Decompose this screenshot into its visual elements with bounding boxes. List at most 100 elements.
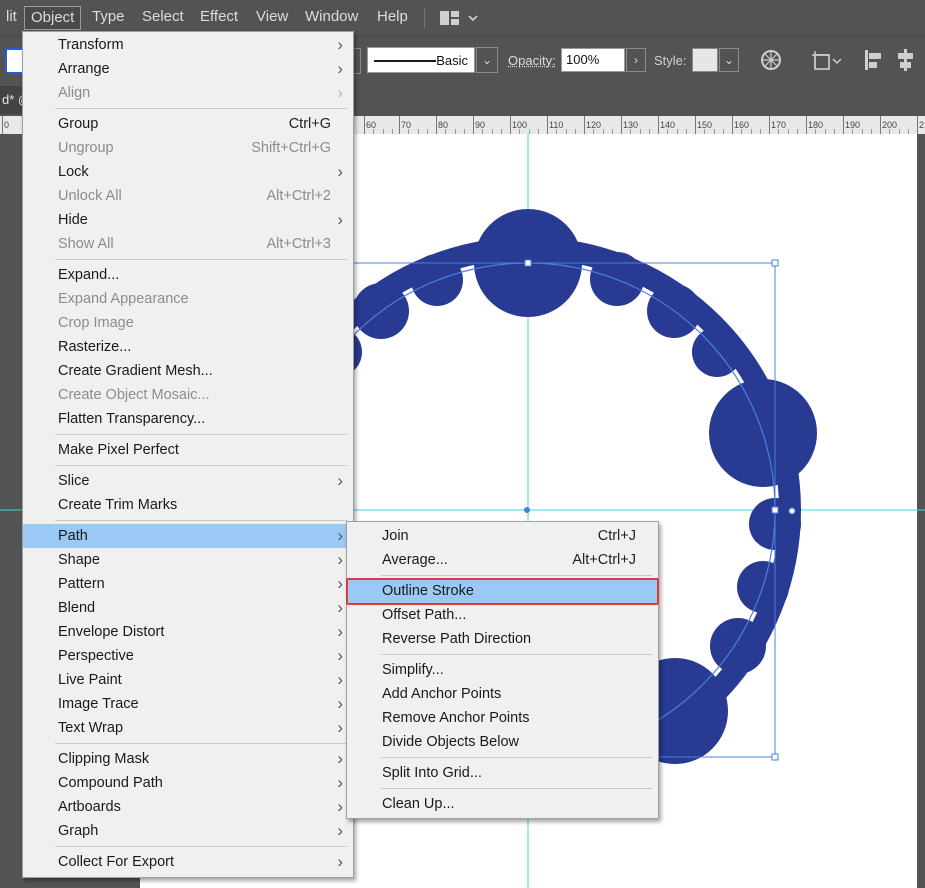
menu-item-label: Align	[58, 85, 91, 101]
object-menu-item-rasterize[interactable]: Rasterize...	[23, 335, 353, 359]
menu-item-label: Create Object Mosaic...	[58, 387, 210, 403]
menu-item-label: Image Trace	[58, 696, 139, 712]
object-menu-item-arrange[interactable]: Arrange ›	[23, 57, 353, 81]
path-menu-item-remove-anchor-points[interactable]: Remove Anchor Points	[347, 706, 658, 730]
object-menu-item-text-wrap[interactable]: Text Wrap ›	[23, 716, 353, 740]
object-menu: Transform › Arrange › Align › Group Ctrl+G Ungro…	[22, 31, 354, 878]
path-menu-item-offset-path[interactable]: Offset Path...	[347, 603, 658, 627]
chevron-right-icon: ›	[337, 622, 343, 641]
object-menu-item-unlock-all: Unlock All Alt+Ctrl+2	[23, 184, 353, 208]
menu-item-label: Hide	[58, 212, 88, 228]
object-menu-item-graph[interactable]: Graph ›	[23, 819, 353, 843]
chevron-right-icon: ›	[337, 598, 343, 617]
menu-item-label: Transform	[58, 37, 124, 53]
menu-item-shortcut: Ctrl+J	[597, 528, 636, 544]
object-menu-item-slice[interactable]: Slice ›	[23, 469, 353, 493]
menu-item-label: Compound Path	[58, 775, 163, 791]
menu-item-label: Graph	[58, 823, 99, 839]
object-menu-item-shape[interactable]: Shape ›	[23, 548, 353, 572]
menu-item-label: Arrange	[58, 61, 110, 77]
path-menu-item-join[interactable]: Join Ctrl+J	[347, 524, 658, 548]
chevron-right-icon: ›	[337, 83, 343, 102]
object-menu-item-flatten-transparency[interactable]: Flatten Transparency...	[23, 407, 353, 431]
object-menu-item-create-trim-marks[interactable]: Create Trim Marks	[23, 493, 353, 517]
menu-item-label: Add Anchor Points	[382, 686, 502, 702]
menu-item-label: Group	[58, 116, 99, 132]
chevron-right-icon: ›	[337, 718, 343, 737]
path-menu-item-reverse-path-direction[interactable]: Reverse Path Direction	[347, 627, 658, 651]
anchor-handle-top[interactable]	[524, 259, 532, 267]
menu-item-label: Show All	[58, 236, 114, 252]
object-menu-item-hide[interactable]: Hide ›	[23, 208, 353, 232]
menu-item-label: Create Trim Marks	[58, 497, 178, 513]
path-menu-item-split-into-grid[interactable]: Split Into Grid...	[347, 761, 658, 785]
object-menu-item-collect-for-export[interactable]: Collect For Export ›	[23, 850, 353, 874]
path-submenu: Join Ctrl+J Average... Alt+Ctrl+J Outline St…	[346, 521, 659, 819]
object-menu-item-create-gradient-mesh[interactable]: Create Gradient Mesh...	[23, 359, 353, 383]
object-menu-item-expand-appearance: Expand Appearance	[23, 287, 353, 311]
outline-stroke-callout	[346, 578, 659, 605]
path-menu-item-add-anchor-points[interactable]: Add Anchor Points	[347, 682, 658, 706]
object-menu-item-path[interactable]: Path ›	[23, 524, 353, 548]
path-menu-item-clean-up[interactable]: Clean Up...	[347, 792, 658, 816]
object-menu-item-expand[interactable]: Expand...	[23, 263, 353, 287]
menu-item-label: Crop Image	[58, 315, 134, 331]
menu-item-label: Artboards	[58, 799, 121, 815]
menu-separator	[55, 743, 347, 744]
menu-separator	[55, 108, 347, 109]
object-menu-item-group[interactable]: Group Ctrl+G	[23, 112, 353, 136]
path-menu-item-divide-objects-below[interactable]: Divide Objects Below	[347, 730, 658, 754]
menu-item-label: Average...	[382, 552, 448, 568]
menu-separator	[381, 654, 652, 655]
object-menu-item-blend[interactable]: Blend ›	[23, 596, 353, 620]
chevron-right-icon: ›	[337, 646, 343, 665]
object-menu-item-pattern[interactable]: Pattern ›	[23, 572, 353, 596]
menu-separator	[55, 846, 347, 847]
menu-separator	[55, 434, 347, 435]
center-point	[524, 507, 530, 513]
path-menu-item-average[interactable]: Average... Alt+Ctrl+J	[347, 548, 658, 572]
path-menu-item-simplify[interactable]: Simplify...	[347, 658, 658, 682]
menu-item-label: Join	[382, 528, 409, 544]
chevron-right-icon: ›	[337, 574, 343, 593]
menu-item-label: Blend	[58, 600, 96, 616]
object-menu-item-image-trace[interactable]: Image Trace ›	[23, 692, 353, 716]
menu-item-label: Envelope Distort	[58, 624, 165, 640]
menu-item-label: Clean Up...	[382, 796, 455, 812]
object-menu-item-perspective[interactable]: Perspective ›	[23, 644, 353, 668]
menu-item-shortcut: Alt+Ctrl+J	[572, 552, 636, 568]
menu-separator	[55, 465, 347, 466]
menu-item-label: Rasterize...	[58, 339, 132, 355]
menu-item-label: Split Into Grid...	[382, 765, 482, 781]
chevron-right-icon: ›	[337, 210, 343, 229]
chevron-right-icon: ›	[337, 670, 343, 689]
object-menu-item-envelope-distort[interactable]: Envelope Distort ›	[23, 620, 353, 644]
object-menu-item-align: Align ›	[23, 81, 353, 105]
chevron-right-icon: ›	[337, 162, 343, 181]
chevron-right-icon: ›	[337, 821, 343, 840]
object-menu-item-ungroup: Ungroup Shift+Ctrl+G	[23, 136, 353, 160]
menu-item-shortcut: Ctrl+G	[288, 116, 331, 132]
menu-item-shortcut: Alt+Ctrl+2	[266, 188, 331, 204]
object-menu-item-clipping-mask[interactable]: Clipping Mask ›	[23, 747, 353, 771]
object-menu-item-transform[interactable]: Transform ›	[23, 33, 353, 57]
chevron-right-icon: ›	[337, 773, 343, 792]
menu-item-label: Live Paint	[58, 672, 122, 688]
menu-item-label: Remove Anchor Points	[382, 710, 530, 726]
menu-item-label: Divide Objects Below	[382, 734, 519, 750]
object-menu-item-make-pixel-perfect[interactable]: Make Pixel Perfect	[23, 438, 353, 462]
object-menu-item-live-paint[interactable]: Live Paint ›	[23, 668, 353, 692]
object-menu-item-lock[interactable]: Lock ›	[23, 160, 353, 184]
menu-item-label: Collect For Export	[58, 854, 175, 870]
angle-widget[interactable]	[788, 507, 796, 515]
menu-item-label: Lock	[58, 164, 89, 180]
chevron-right-icon: ›	[337, 59, 343, 78]
anchor-handle-right[interactable]	[771, 506, 779, 514]
chevron-right-icon: ›	[337, 694, 343, 713]
object-menu-item-compound-path[interactable]: Compound Path ›	[23, 771, 353, 795]
menu-separator	[381, 575, 652, 576]
bbox-handle-top-right[interactable]	[771, 259, 779, 267]
bbox-handle-bottom-right[interactable]	[771, 753, 779, 761]
object-menu-item-artboards[interactable]: Artboards ›	[23, 795, 353, 819]
chevron-right-icon: ›	[337, 797, 343, 816]
